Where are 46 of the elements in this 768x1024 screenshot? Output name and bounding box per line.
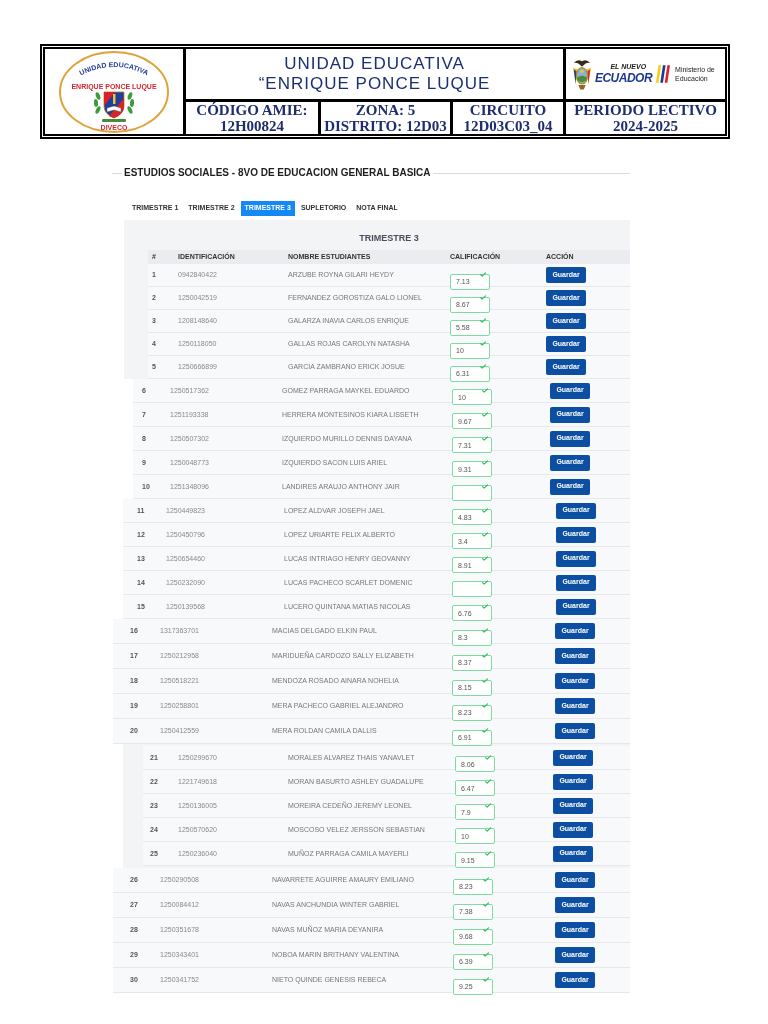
check-icon xyxy=(480,295,486,300)
info-text: 12H00824 xyxy=(219,118,285,134)
info-text: CÓDIGO AMIE: xyxy=(196,102,308,118)
grade-input[interactable] xyxy=(452,581,492,597)
check-icon xyxy=(485,754,491,760)
check-icon xyxy=(482,483,488,489)
logo-country: ECUADOR xyxy=(594,71,653,85)
check-icon xyxy=(480,341,486,346)
check-icon xyxy=(480,318,486,323)
check-icon xyxy=(483,927,489,932)
check-icon xyxy=(480,272,486,277)
flag-stripes-icon xyxy=(655,64,671,84)
check-icon xyxy=(482,531,488,537)
check-icon xyxy=(482,459,488,465)
check-icon xyxy=(482,555,488,561)
panel-title: TRIMESTRE 3 xyxy=(359,233,419,244)
check-icon xyxy=(483,977,489,982)
check-icon xyxy=(482,678,488,683)
section-title: ESTUDIOS SOCIALES - 8VO DE EDUCACION GENERAL BASICA xyxy=(123,167,432,179)
check-icon xyxy=(482,703,488,708)
check-icon xyxy=(485,826,491,832)
school-name: “ENRIQUE PONCE LUQUE xyxy=(258,74,491,94)
info-text: CIRCUITO xyxy=(469,102,547,118)
info-text: 12D03C03_04 xyxy=(463,118,553,134)
check-icon xyxy=(482,411,488,417)
check-icon xyxy=(482,507,488,513)
check-icon xyxy=(480,364,486,369)
check-icon xyxy=(482,653,488,658)
info-text: PERIODO LECTIVO xyxy=(574,102,717,118)
school-type: UNIDAD EDUCATIVA xyxy=(284,54,465,74)
check-icon xyxy=(482,628,488,633)
check-icon xyxy=(482,603,488,609)
check-icon xyxy=(483,902,489,907)
check-icon xyxy=(483,952,489,957)
check-icon xyxy=(483,877,489,882)
check-icon xyxy=(482,579,488,585)
check-icon xyxy=(485,802,491,808)
check-icon xyxy=(485,850,491,856)
info-text: DISTRITO: 12D03 xyxy=(324,118,447,134)
check-icon xyxy=(482,387,488,393)
check-icon xyxy=(482,728,488,733)
info-text: 2024-2025 xyxy=(613,118,678,134)
check-icon xyxy=(482,435,488,441)
info-text: ZONA: 5 xyxy=(355,102,416,118)
check-icon xyxy=(485,778,491,784)
grade-input[interactable] xyxy=(452,485,492,501)
